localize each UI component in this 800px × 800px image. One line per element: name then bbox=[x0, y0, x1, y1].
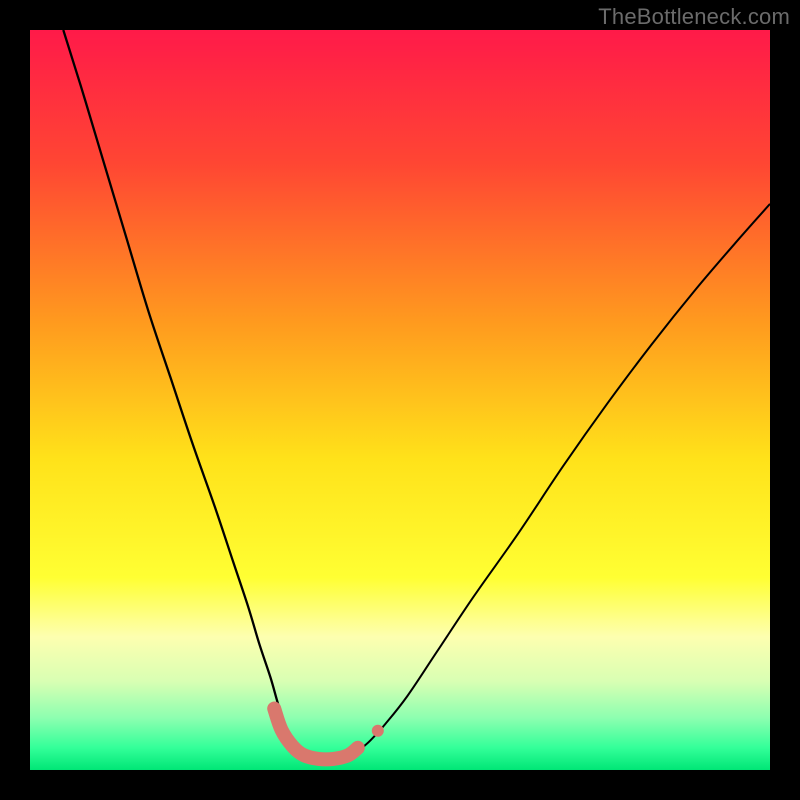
watermark-text: TheBottleneck.com bbox=[598, 4, 790, 30]
bottleneck-chart bbox=[30, 30, 770, 770]
gradient-background bbox=[30, 30, 770, 770]
right-dot bbox=[372, 725, 384, 737]
chart-frame: TheBottleneck.com bbox=[0, 0, 800, 800]
